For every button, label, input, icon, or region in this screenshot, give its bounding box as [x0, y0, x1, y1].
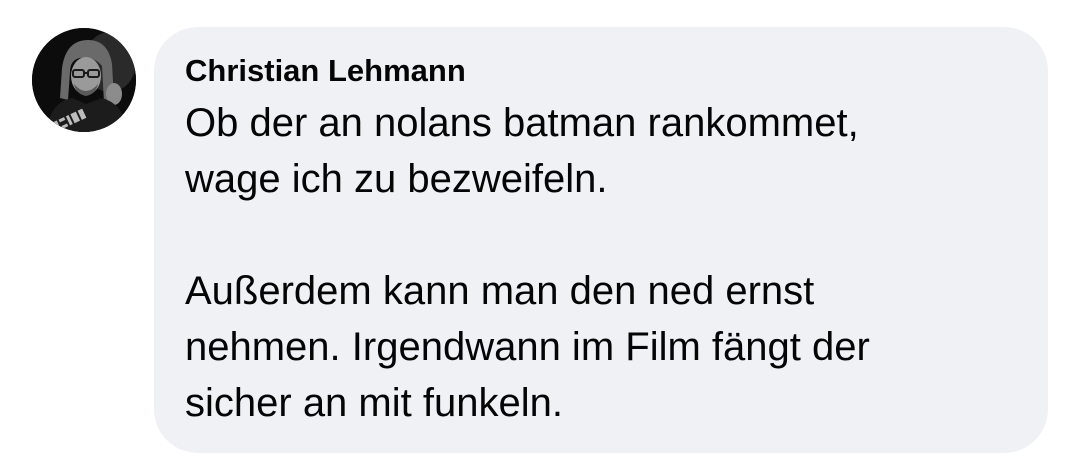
comment-text-line: Außerdem kann man den ned ernst — [185, 269, 815, 313]
comment-bubble: Christian Lehmann Ob der an nolans batma… — [154, 27, 1048, 453]
profile-photo-icon — [32, 28, 136, 132]
avatar[interactable] — [32, 28, 136, 132]
comment-author-name[interactable]: Christian Lehmann — [185, 53, 1018, 89]
comment-text: Ob der an nolans batman rankommet, wage … — [185, 95, 1018, 431]
comment-text-line: nehmen. Irgendwann im Film fängt der — [185, 325, 870, 369]
comment-text-line: Ob der an nolans batman rankommet, — [185, 101, 859, 145]
comment-text-line: wage ich zu bezweifeln. — [185, 157, 608, 201]
paragraph-break — [185, 207, 1018, 263]
comment-text-line: sicher an mit funkeln. — [185, 381, 563, 425]
comment: Christian Lehmann Ob der an nolans batma… — [0, 0, 1077, 457]
